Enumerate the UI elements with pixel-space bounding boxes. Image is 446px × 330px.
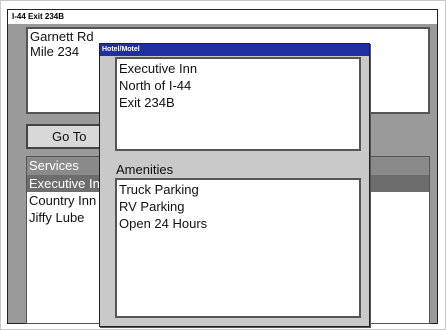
hotel-location: North of I-44 <box>119 78 192 93</box>
amenities-list: Truck Parking RV Parking Open 24 Hours <box>115 178 361 318</box>
amenity-item: RV Parking <box>119 199 185 214</box>
hotel-name: Executive Inn <box>119 61 198 76</box>
location-line-1: Garnett Rd <box>30 29 94 44</box>
hotel-motel-dialog: Hotel/Motel Executive Inn North of I-44 … <box>99 43 370 327</box>
hotel-exit: Exit 234B <box>119 95 175 110</box>
gps-screen: I-44 Exit 234B Garnett Rd Mile 234 Go To… <box>7 9 438 327</box>
window-title: I-44 Exit 234B <box>8 10 437 24</box>
amenities-label: Amenities <box>116 162 174 177</box>
amenity-item: Truck Parking <box>119 182 199 197</box>
amenity-item: Open 24 Hours <box>119 216 208 231</box>
dialog-title: Hotel/Motel <box>100 44 369 56</box>
hotel-details-box: Executive Inn North of I-44 Exit 234B <box>115 57 361 151</box>
